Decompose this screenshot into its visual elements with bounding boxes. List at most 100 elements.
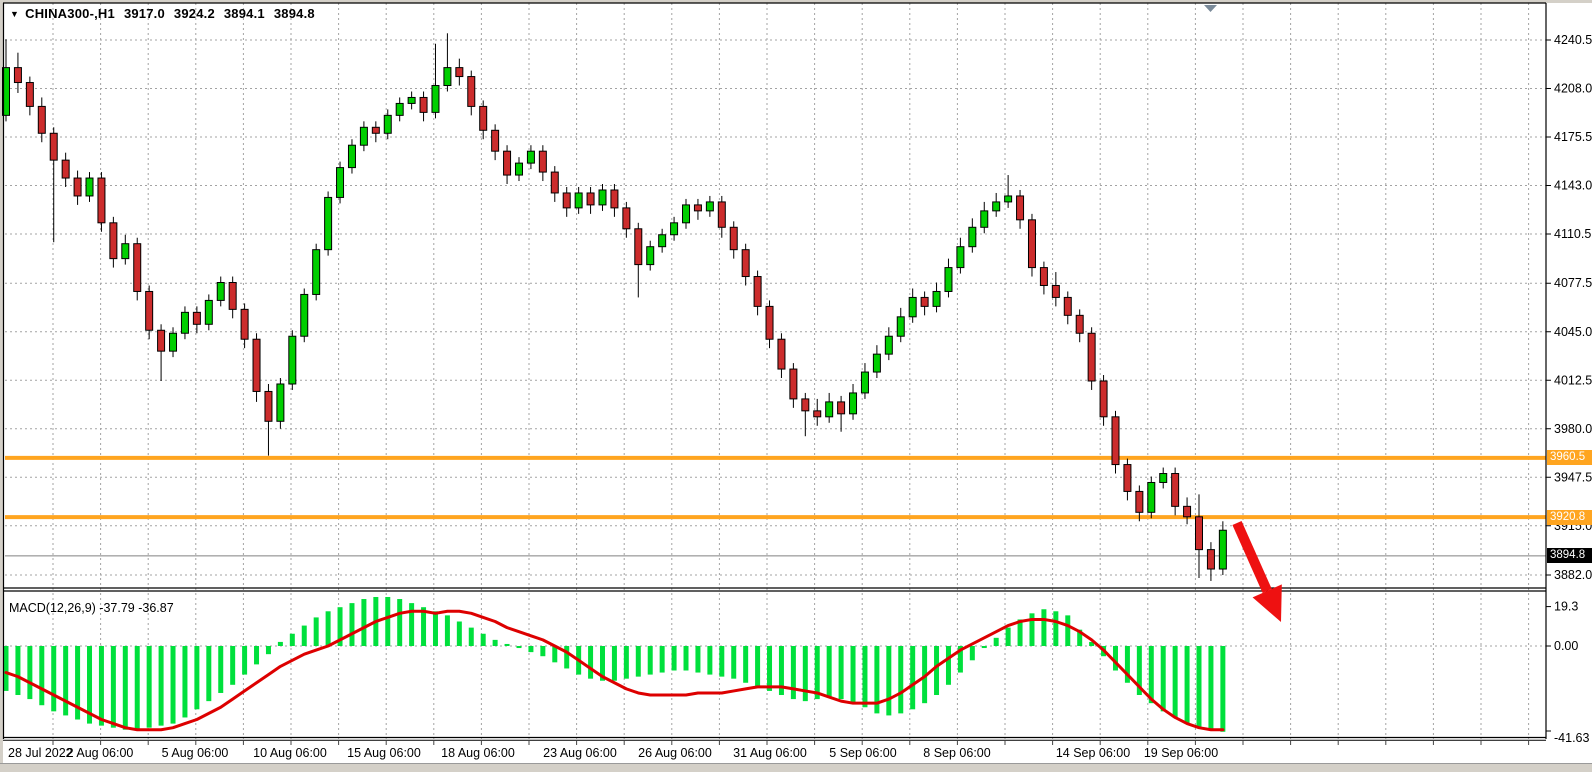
- candle-bearish: [193, 312, 200, 324]
- macd-histogram-bar: [481, 634, 486, 646]
- macd-histogram-bar: [159, 646, 164, 726]
- macd-histogram-bar: [839, 646, 844, 699]
- candle-bullish: [122, 244, 129, 259]
- symbol-dropdown-icon[interactable]: ▼: [10, 9, 19, 19]
- candle-bearish: [1136, 491, 1143, 512]
- macd-histogram-bar: [123, 646, 128, 730]
- macd-tick-label: 19.3: [1554, 600, 1578, 614]
- candle-bullish: [599, 190, 606, 205]
- candle-bearish: [1088, 333, 1095, 381]
- macd-histogram-bar: [528, 646, 533, 652]
- macd-histogram-bar: [361, 599, 366, 646]
- price-tick-label: 3882.0: [1554, 568, 1592, 582]
- macd-histogram-bar: [445, 615, 450, 646]
- candle-bullish: [1148, 482, 1155, 512]
- macd-histogram-bar: [194, 646, 199, 709]
- candle-bullish: [348, 145, 355, 167]
- candle-bullish: [432, 86, 439, 113]
- candle-bearish: [372, 127, 379, 133]
- macd-histogram-bar: [970, 646, 975, 660]
- candle-bullish: [527, 151, 534, 163]
- macd-histogram-bar: [946, 646, 951, 685]
- macd-histogram-bar: [803, 646, 808, 701]
- macd-histogram-bar: [719, 646, 724, 677]
- price-badge-current: 3894.8: [1547, 548, 1592, 563]
- candle-bearish: [480, 106, 487, 130]
- chart-canvas[interactable]: 4240.54208.04175.54143.04110.54077.54045…: [0, 0, 1592, 772]
- candle-bullish: [313, 250, 320, 295]
- macd-histogram-bar: [934, 646, 939, 695]
- macd-histogram-bar: [111, 646, 116, 728]
- candle-bullish: [885, 336, 892, 354]
- macd-histogram-bar: [63, 646, 68, 715]
- macd-histogram-bar: [218, 646, 223, 693]
- quote-close: 3894.8: [274, 6, 315, 21]
- macd-histogram-bar: [1041, 609, 1046, 646]
- macd-histogram-bar: [99, 646, 104, 726]
- time-label: 10 Aug 06:00: [253, 746, 327, 760]
- candle-bullish: [384, 115, 391, 133]
- candle-bearish: [1052, 285, 1059, 297]
- candle-bearish: [98, 178, 105, 223]
- macd-histogram-bar: [886, 646, 891, 715]
- candle-bullish: [408, 97, 415, 103]
- price-tick-label: 4110.5: [1554, 227, 1591, 241]
- candle-bullish: [861, 372, 868, 393]
- macd-histogram-bar: [1173, 646, 1178, 717]
- chart-window: 4240.54208.04175.54143.04110.54077.54045…: [0, 0, 1592, 772]
- candle-bullish: [659, 235, 666, 247]
- price-tick-label: 4175.5: [1554, 130, 1592, 144]
- macd-histogram-bar: [660, 646, 665, 673]
- macd-histogram-bar: [743, 646, 748, 683]
- price-tick-label: 3980.0: [1554, 422, 1592, 436]
- macd-histogram-bar: [326, 611, 331, 646]
- macd-histogram-bar: [791, 646, 796, 699]
- macd-histogram-bar: [505, 644, 510, 646]
- candle-bearish: [1040, 268, 1047, 286]
- candle-bearish: [420, 97, 427, 112]
- macd-histogram-bar: [994, 638, 999, 646]
- price-tick-label: 3947.5: [1554, 470, 1592, 484]
- time-label: 15 Aug 06:00: [347, 746, 421, 760]
- macd-histogram-bar: [4, 646, 9, 691]
- macd-histogram-bar: [755, 646, 760, 687]
- candle-bearish: [134, 244, 141, 292]
- macd-tick-label: -41.63: [1554, 731, 1589, 745]
- candle-bearish: [1064, 297, 1071, 315]
- candle-bearish: [492, 130, 499, 151]
- macd-indicator-label: MACD(12,26,9) -37.79 -36.87: [9, 601, 174, 615]
- macd-tick-label: 0.00: [1554, 639, 1578, 653]
- macd-histogram-bar: [684, 646, 689, 671]
- quote-low: 3894.1: [224, 6, 265, 21]
- candle-bullish: [1219, 530, 1226, 569]
- candle-bearish: [456, 68, 463, 77]
- candle-bullish: [1160, 474, 1167, 483]
- time-label: 14 Sep 06:00: [1056, 746, 1130, 760]
- candle-bullish: [170, 333, 177, 351]
- macd-histogram-bar: [1065, 615, 1070, 646]
- candle-bullish: [826, 402, 833, 417]
- candle-bearish: [1184, 506, 1191, 516]
- price-tick-label: 4208.0: [1554, 82, 1592, 96]
- candle-bullish: [337, 168, 344, 198]
- macd-histogram-bar: [695, 646, 700, 673]
- candle-bearish: [1172, 474, 1179, 507]
- candle-bearish: [563, 193, 570, 208]
- candle-bullish: [993, 202, 1000, 211]
- macd-histogram-bar: [1220, 646, 1225, 732]
- candle-bearish: [468, 77, 475, 107]
- candle-bearish: [14, 68, 21, 83]
- candle-bearish: [26, 83, 33, 107]
- macd-histogram-bar: [39, 646, 44, 705]
- macd-histogram-bar: [182, 646, 187, 717]
- macd-histogram-bar: [171, 646, 176, 724]
- macd-histogram-bar: [648, 646, 653, 675]
- candle-bearish: [623, 208, 630, 229]
- macd-histogram-bar: [731, 646, 736, 679]
- macd-histogram-bar: [910, 646, 915, 709]
- macd-histogram-bar: [1006, 628, 1011, 646]
- candle-bearish: [229, 283, 236, 310]
- candle-bearish: [253, 339, 260, 391]
- candle-bullish: [444, 68, 451, 86]
- candle-bearish: [1076, 315, 1083, 333]
